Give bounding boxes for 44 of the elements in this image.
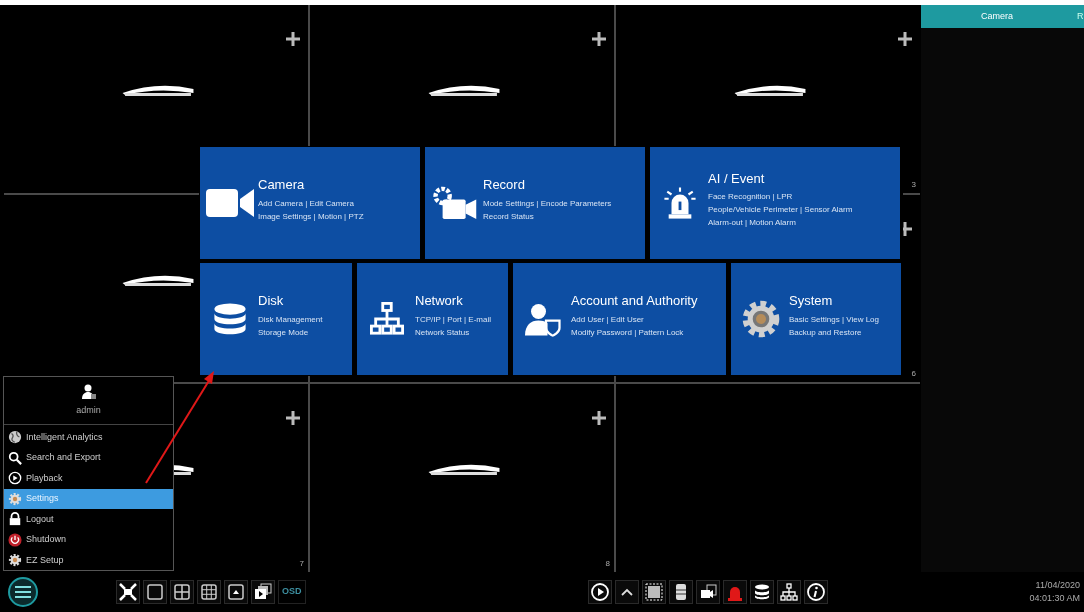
tile-description: Image Settings | Motion | PTZ [258,210,364,223]
tile-description: Face Recognition | LPR [708,191,794,204]
tile-title: AI / Event [708,169,766,188]
tile-description: Backup and Restore [789,326,863,339]
tile-description: Modify Password | Pattern Lock [571,326,685,339]
channel-number: 7 [299,558,304,570]
menu-item[interactable]: Shutdown [4,529,173,550]
tile-description: Alarm-out | Motion Alarm [708,217,797,230]
menu-item[interactable]: Logout [4,509,173,530]
tile-description: Network Status [415,326,471,339]
settings-tile[interactable]: Record Mode Settings | Encode Parameters Record Status [425,147,645,259]
time-text: 04:01:30 AM [1029,592,1080,605]
tile-title: Camera [258,176,306,195]
menu-item[interactable]: Playback [4,468,173,489]
date-text: 11/04/2020 [1035,578,1080,592]
settings-tile[interactable]: Account and Authority Add User | Edit User Modify Password | Pattern Lock [513,263,726,375]
channel-number: 6 [911,368,916,381]
user-name: admin [76,403,101,417]
settings-tile[interactable]: System Basic Settings | View Log Backup and Restore [731,263,901,375]
tile-title: Network [415,292,464,311]
channel-number: 3 [911,178,916,191]
tile-description: Storage Mode [258,326,310,339]
menu-item[interactable]: EZ Setup [4,550,173,571]
settings-tile[interactable]: Camera Add Camera | Edit Camera Image Settings | Motion | PTZ [200,147,420,259]
tile-title: Record [483,176,526,195]
tile-description: Disk Management [258,313,323,326]
menu-item[interactable]: Search and Export [4,447,173,468]
settings-tile[interactable]: Disk Disk Management Storage Mode [200,263,352,375]
tile-description: Mode Settings | Encode Parameters [483,197,612,210]
tile-description: TCP/IP | Port | E-mail [415,313,492,326]
settings-tile[interactable]: Network TCP/IP | Port | E-mail Network Status [357,263,508,375]
tile-description: Record Status [483,210,535,223]
tile-title: Account and Authority [571,292,698,311]
menu-item[interactable]: Intelligent Analytics [4,427,173,448]
tile-description: Add Camera | Edit Camera [258,197,355,210]
video-tile[interactable]: 8 [310,384,614,572]
tile-description: Add User | Edit User [571,313,645,326]
tile-title: System [789,292,834,311]
channel-number: 8 [605,558,610,570]
tile-description: People/Vehicle Perimeter | Sensor Alarm [708,204,853,217]
osd-button[interactable]: OSD [278,580,306,604]
tile-title: Disk [258,292,285,311]
settings-tile[interactable]: AI / Event Face Recognition | LPR People/Vehicle Perimeter | Sensor Alarm Alarm-out | Motion Alarm [650,147,900,259]
tile-description: Basic Settings | View Log [789,313,879,326]
